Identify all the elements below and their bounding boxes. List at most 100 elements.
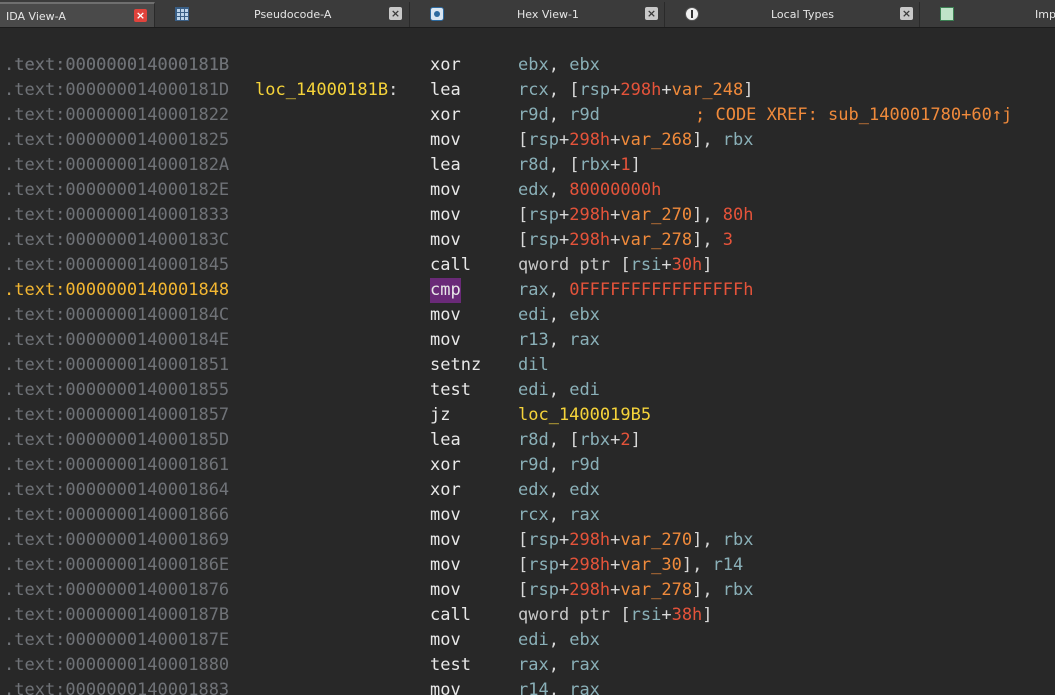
operands[interactable]: [rsp+298h+var_270], rbx	[518, 528, 754, 553]
size-specifier[interactable]: qword ptr	[518, 255, 620, 275]
register[interactable]: ebx	[518, 55, 549, 75]
operands[interactable]: [rsp+298h+var_268], rbx	[518, 128, 754, 153]
operands[interactable]: [rsp+298h+var_278], 3	[518, 228, 733, 253]
mnemonic[interactable]: call	[430, 253, 471, 278]
register[interactable]: ebx	[569, 55, 600, 75]
operands[interactable]: r8d, [rbx+1]	[518, 153, 641, 178]
stack-variable[interactable]: var_30	[620, 555, 681, 575]
register[interactable]: rbx	[723, 580, 754, 600]
mnemonic[interactable]: test	[430, 378, 471, 403]
register[interactable]: rsi	[631, 255, 662, 275]
register[interactable]: rax	[569, 330, 600, 350]
mnemonic[interactable]: lea	[430, 153, 461, 178]
mnemonic[interactable]: call	[430, 603, 471, 628]
mnemonic[interactable]: xor	[430, 53, 461, 78]
number[interactable]: 80000000h	[569, 180, 661, 200]
operands[interactable]: loc_1400019B5	[518, 403, 651, 428]
close-icon[interactable]: ×	[134, 9, 147, 22]
stack-variable[interactable]: var_248	[672, 80, 744, 100]
register[interactable]: rcx	[518, 505, 549, 525]
register[interactable]: r8d	[518, 155, 549, 175]
number[interactable]: 3	[723, 230, 733, 250]
mnemonic[interactable]: test	[430, 653, 471, 678]
number[interactable]: 30h	[672, 255, 703, 275]
stack-variable[interactable]: var_270	[620, 205, 692, 225]
mnemonic[interactable]: mov	[430, 503, 461, 528]
register[interactable]: edi	[569, 380, 600, 400]
register[interactable]: edi	[518, 630, 549, 650]
register[interactable]: rax	[518, 280, 549, 300]
jump-target[interactable]: loc_1400019B5	[518, 405, 651, 425]
register[interactable]: r14	[518, 680, 549, 695]
register[interactable]: edi	[518, 305, 549, 325]
operands[interactable]: qword ptr [rsi+30h]	[518, 253, 713, 278]
register[interactable]: ebx	[569, 630, 600, 650]
operands[interactable]: r13, rax	[518, 328, 600, 353]
xref-comment[interactable]: ; CODE XREF: sub_140001780+60↑j	[695, 103, 1012, 128]
mnemonic[interactable]: xor	[430, 103, 461, 128]
register[interactable]: rax	[569, 680, 600, 695]
mnemonic[interactable]: lea	[430, 428, 461, 453]
number[interactable]: 0FFFFFFFFFFFFFFFFh	[569, 280, 753, 300]
register[interactable]: rsp	[528, 130, 559, 150]
register[interactable]: rbx	[579, 155, 610, 175]
number[interactable]: 298h	[569, 130, 610, 150]
register[interactable]: rbx	[723, 130, 754, 150]
register[interactable]: r13	[518, 330, 549, 350]
tab-pseudocode-a[interactable]: Pseudocode-A ×	[165, 2, 410, 27]
mnemonic[interactable]: mov	[430, 553, 461, 578]
register[interactable]: rbx	[723, 530, 754, 550]
tab-local-types[interactable]: Local Types ×	[675, 2, 920, 27]
mnemonic[interactable]: mov	[430, 178, 461, 203]
mnemonic[interactable]: lea	[430, 78, 461, 103]
register[interactable]: edx	[518, 180, 549, 200]
number[interactable]: 38h	[672, 605, 703, 625]
close-icon[interactable]: ×	[389, 7, 402, 20]
register[interactable]: rsp	[528, 205, 559, 225]
tab-ida-view-a[interactable]: IDA View-A ×	[0, 2, 155, 27]
register[interactable]: rsp	[579, 80, 610, 100]
disassembly-listing[interactable]: .text:000000014000181B loc_14000181B: ; …	[0, 28, 1055, 695]
size-specifier[interactable]: qword ptr	[518, 605, 620, 625]
number[interactable]: 2	[620, 430, 630, 450]
operands[interactable]: edi, ebx	[518, 303, 600, 328]
mnemonic[interactable]: mov	[430, 228, 461, 253]
code-label[interactable]: loc_14000181B:	[255, 78, 398, 103]
operands[interactable]: rax, rax	[518, 653, 600, 678]
register[interactable]: rax	[569, 505, 600, 525]
stack-variable[interactable]: var_278	[620, 580, 692, 600]
register[interactable]: r9d	[518, 105, 549, 125]
number[interactable]: 298h	[569, 530, 610, 550]
tab-imports[interactable]: Imp	[930, 2, 1055, 27]
mnemonic[interactable]: mov	[430, 328, 461, 353]
operands[interactable]: edx, edx	[518, 478, 600, 503]
operands[interactable]: edi, edi	[518, 378, 600, 403]
number[interactable]: 80h	[723, 205, 754, 225]
register[interactable]: rsp	[528, 230, 559, 250]
mnemonic[interactable]: mov	[430, 678, 461, 695]
number[interactable]: 298h	[569, 205, 610, 225]
mnemonic[interactable]: cmp	[430, 278, 461, 303]
operands[interactable]: rcx, [rsp+298h+var_248]	[518, 78, 754, 103]
mnemonic[interactable]: mov	[430, 628, 461, 653]
mnemonic[interactable]: setnz	[430, 353, 481, 378]
register[interactable]: rsp	[528, 580, 559, 600]
operands[interactable]: edx, 80000000h	[518, 178, 661, 203]
register[interactable]: ebx	[569, 305, 600, 325]
register[interactable]: edx	[518, 480, 549, 500]
stack-variable[interactable]: var_278	[620, 230, 692, 250]
operands[interactable]: [rsp+298h+var_278], rbx	[518, 578, 754, 603]
operands[interactable]: rax, 0FFFFFFFFFFFFFFFFh	[518, 278, 753, 303]
operands[interactable]: [rsp+298h+var_30], r14	[518, 553, 743, 578]
register[interactable]: rcx	[518, 80, 549, 100]
close-icon[interactable]: ×	[645, 7, 658, 20]
register[interactable]: r9d	[518, 455, 549, 475]
number[interactable]: 298h	[569, 555, 610, 575]
operands[interactable]: r9d, r9d	[518, 453, 600, 478]
mnemonic[interactable]: mov	[430, 203, 461, 228]
register[interactable]: rsp	[528, 530, 559, 550]
stack-variable[interactable]: var_270	[620, 530, 692, 550]
mnemonic[interactable]: mov	[430, 128, 461, 153]
register[interactable]: rax	[518, 655, 549, 675]
register[interactable]: r9d	[569, 455, 600, 475]
